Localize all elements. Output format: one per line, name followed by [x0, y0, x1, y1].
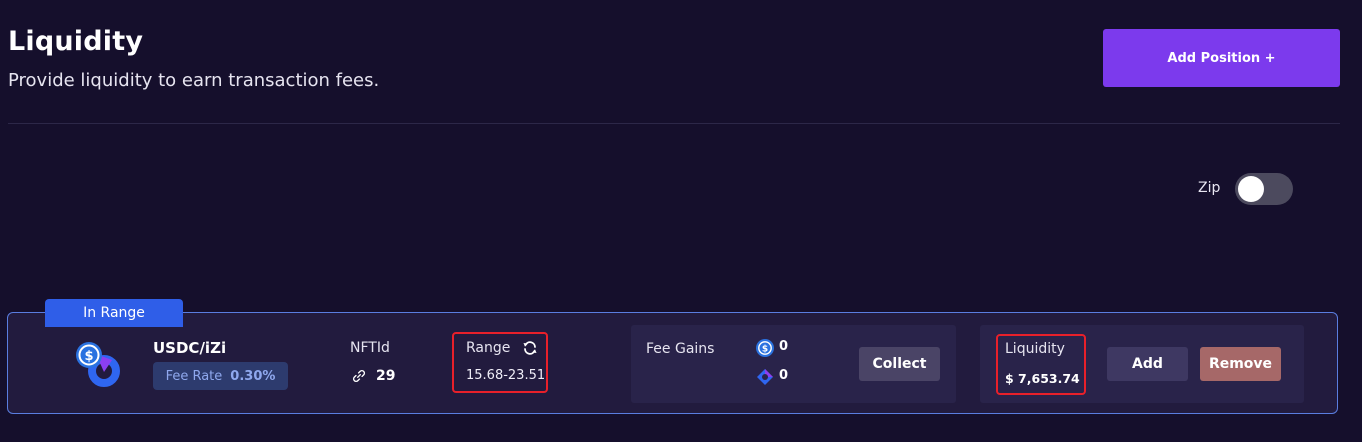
liquidity-label: Liquidity: [1005, 341, 1065, 357]
svg-text:$: $: [84, 349, 93, 364]
fee-rate-label: Fee Rate: [165, 368, 223, 384]
add-position-button[interactable]: Add Position +: [1103, 29, 1340, 87]
toggle-knob: [1238, 176, 1264, 202]
add-liquidity-button[interactable]: Add: [1107, 347, 1188, 381]
link-icon[interactable]: [352, 369, 366, 383]
nft-id-label: NFTId: [350, 340, 390, 356]
liquidity-value: $ 7,653.74: [1005, 371, 1080, 386]
header-divider: [8, 123, 1340, 124]
usdc-izi-pair-icon: $: [76, 342, 120, 387]
collect-button[interactable]: Collect: [859, 347, 940, 381]
page-title: Liquidity: [8, 26, 144, 57]
range-label: Range: [466, 340, 511, 356]
page-subtitle: Provide liquidity to earn transaction fe…: [8, 70, 380, 91]
nft-id-value: 29: [376, 368, 396, 384]
range-value: 15.68-23.51: [466, 368, 546, 383]
fee-gain-value-usdc: 0: [779, 339, 789, 354]
remove-liquidity-button[interactable]: Remove: [1200, 347, 1281, 381]
pair-name: USDC/iZi: [153, 339, 227, 357]
izi-icon: [757, 369, 773, 385]
fee-gains-label: Fee Gains: [646, 341, 715, 357]
fee-gain-value-izi: 0: [779, 368, 789, 383]
fee-rate-value: 0.30%: [230, 368, 276, 384]
zip-label: Zip: [1198, 180, 1221, 196]
usdc-icon: $: [756, 339, 774, 357]
svg-text:$: $: [762, 345, 768, 355]
fee-rate-badge: Fee Rate 0.30%: [153, 362, 288, 390]
status-badge: In Range: [45, 299, 183, 327]
zip-toggle[interactable]: [1235, 173, 1293, 205]
refresh-icon[interactable]: [522, 340, 538, 356]
